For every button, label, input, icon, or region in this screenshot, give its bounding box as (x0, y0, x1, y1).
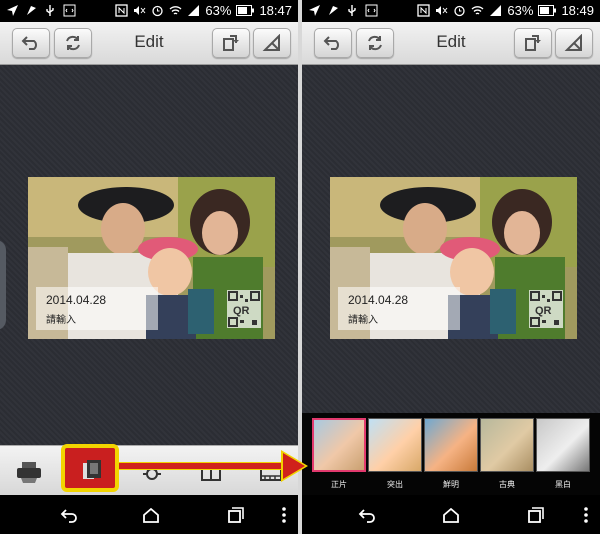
bottom-toolbar (0, 445, 298, 496)
photo-canvas: 2014.04.28 請輸入 QR (0, 65, 298, 445)
nfc-icon (417, 4, 431, 17)
filter-label: 鮮明 (443, 480, 459, 489)
annotation-arrow (119, 463, 283, 469)
nav-back-button[interactable] (58, 504, 80, 526)
recent-apps-button[interactable] (524, 504, 546, 526)
battery-percent: 63% (205, 3, 232, 18)
usb-icon (348, 5, 356, 16)
crop-button[interactable] (253, 28, 291, 58)
battery-icon (538, 5, 557, 16)
highlight-box (61, 444, 119, 492)
filter-item-gudian[interactable]: 古典 (480, 418, 534, 494)
nav-back-icon (60, 509, 77, 523)
navigation-bar (0, 495, 298, 534)
status-time: 18:49 (561, 3, 594, 18)
overflow-menu-button[interactable] (580, 504, 592, 526)
filter-thumbnail (480, 418, 534, 472)
caption-placeholder: 請輸入 (348, 315, 378, 326)
navigation-bar (302, 495, 600, 534)
filter-thumbnail (424, 418, 478, 472)
photo-preview[interactable]: 2014.04.28 請輸入 QR (330, 177, 577, 339)
filter-label: 正片 (331, 480, 347, 489)
filter-label: 黑白 (555, 480, 571, 489)
phone-screen-right: 63% 18:49 Edit 2014.04.28 請輸入 QR 正片 突出 鮮… (302, 0, 600, 534)
recent-apps-icon (228, 507, 244, 523)
recent-apps-button[interactable] (224, 504, 246, 526)
nfc-icon (115, 4, 129, 17)
navigation-icon (329, 6, 338, 15)
qr-text: QR (233, 305, 250, 317)
usb-icon (46, 5, 54, 16)
status-bar: 63% 18:47 (0, 0, 298, 22)
date-label-box[interactable]: 2014.04.28 請輸入 (36, 287, 158, 330)
printer-icon (17, 462, 41, 483)
nav-back-icon (358, 509, 375, 523)
filter-item-xianming[interactable]: 鮮明 (424, 418, 478, 494)
status-bar: 63% 18:49 (302, 0, 600, 22)
header-bar: Edit (302, 22, 600, 65)
overflow-menu-icon (282, 507, 286, 523)
signal-icon (490, 5, 502, 16)
navigation-icon (27, 6, 36, 15)
phone-screen-left: 63% 18:47 Edit 2014.04.28 請輸入 QR (0, 0, 298, 534)
filter-item-zhengpian[interactable]: 正片 (312, 418, 366, 494)
signal-icon (188, 5, 200, 16)
filter-item-tuchu[interactable]: 突出 (368, 418, 422, 494)
rotate-button[interactable] (212, 28, 250, 58)
rotate-button[interactable] (514, 28, 552, 58)
overflow-menu-button[interactable] (278, 504, 290, 526)
home-icon (143, 507, 159, 523)
crop-icon (564, 34, 582, 51)
qr-code: QR (227, 290, 261, 328)
code-icon (365, 4, 378, 17)
home-icon (443, 507, 459, 523)
brightness-tool-button[interactable] (135, 455, 169, 489)
crop-button[interactable] (555, 28, 593, 58)
home-button[interactable] (440, 504, 462, 526)
photo-canvas: 2014.04.28 請輸入 QR (302, 65, 600, 445)
wifi-icon (169, 6, 182, 15)
header-bar: Edit (0, 22, 298, 65)
code-icon (63, 4, 76, 17)
location-arrow-icon (309, 5, 320, 16)
photo-preview[interactable]: 2014.04.28 請輸入 QR (28, 177, 275, 339)
battery-percent: 63% (507, 3, 534, 18)
home-button[interactable] (140, 504, 162, 526)
rotate-icon (223, 35, 239, 51)
qr-text: QR (535, 305, 552, 317)
caption-placeholder: 請輸入 (46, 315, 76, 326)
print-tool-button[interactable] (12, 455, 46, 489)
date-label-box[interactable]: 2014.04.28 請輸入 (338, 287, 460, 330)
frames-icon-highlighted (80, 456, 104, 486)
mute-icon (436, 6, 448, 15)
filter-label: 古典 (499, 480, 515, 489)
battery-icon (236, 5, 255, 16)
mute-icon (134, 6, 146, 15)
wifi-icon (471, 6, 484, 15)
qr-code: QR (529, 290, 563, 328)
filter-thumbnail (368, 418, 422, 472)
date-text: 2014.04.28 (348, 293, 409, 307)
filter-label: 突出 (387, 480, 403, 489)
crop-icon (262, 34, 280, 51)
filter-strip: 正片 突出 鮮明 古典 黑白 (302, 413, 600, 495)
alarm-icon (152, 5, 164, 17)
layout-tool-button[interactable] (194, 455, 228, 489)
filter-item-heibai[interactable]: 黑白 (536, 418, 590, 494)
recent-apps-icon (528, 507, 544, 523)
alarm-icon (454, 5, 466, 17)
side-panel-handle[interactable] (0, 240, 6, 330)
location-arrow-icon (7, 5, 18, 16)
rotate-icon (525, 35, 541, 51)
annotation-arrow-head (283, 453, 305, 479)
date-text: 2014.04.28 (46, 293, 107, 307)
overflow-menu-icon (584, 507, 588, 523)
status-time: 18:47 (259, 3, 292, 18)
filter-thumbnail (536, 418, 590, 472)
nav-back-button[interactable] (356, 504, 378, 526)
filter-thumbnail (312, 418, 366, 472)
